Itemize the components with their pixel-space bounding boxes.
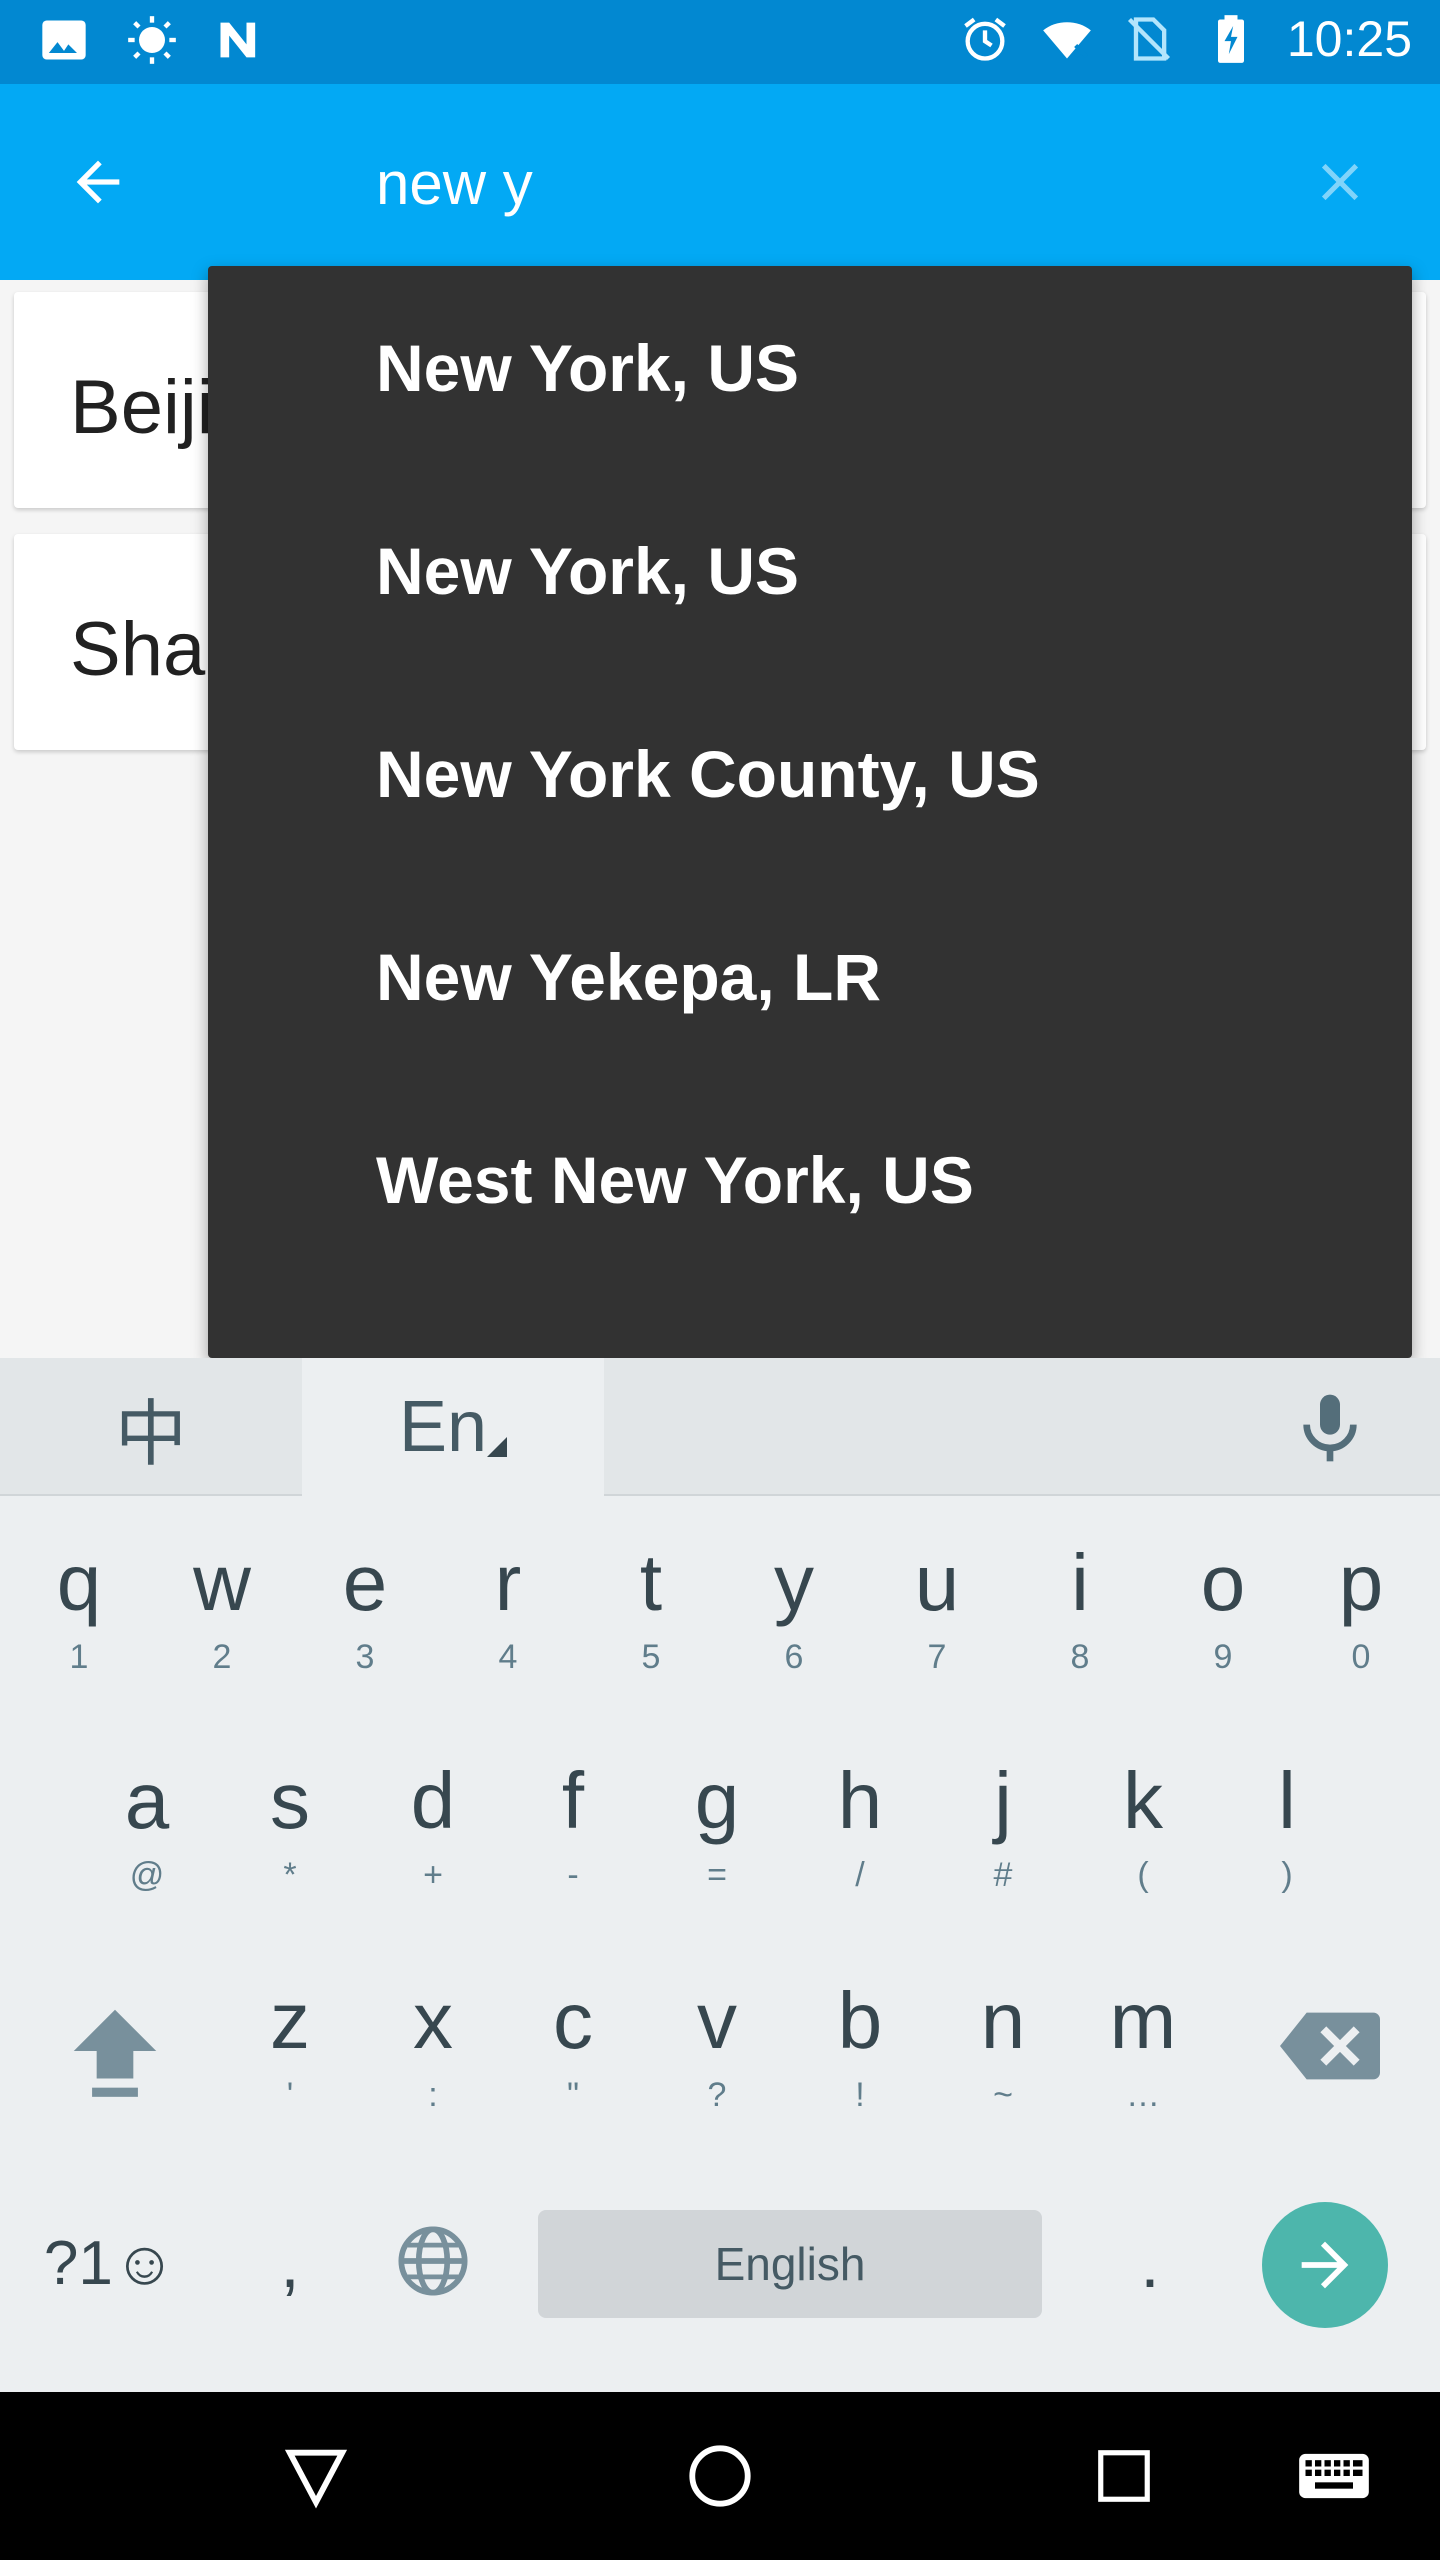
key-c[interactable]: c " [508, 1958, 638, 2148]
search-app-bar [0, 84, 1440, 280]
space-key[interactable]: English [538, 2210, 1042, 2318]
wifi-icon [1043, 22, 1091, 59]
key-f[interactable]: f- [508, 1738, 638, 1928]
key-y[interactable]: y6 [729, 1520, 859, 1710]
n-logo-icon [220, 22, 256, 58]
key-x[interactable]: x: [368, 1958, 498, 2148]
key-s[interactable]: s * [225, 1738, 355, 1928]
clock: 10:25 [1286, 11, 1412, 67]
nav-home-button[interactable] [670, 2426, 770, 2526]
battery-charging-icon [1217, 15, 1244, 63]
suggestion-item[interactable]: New York County, US [208, 672, 1412, 875]
alarm-icon [964, 17, 1006, 61]
key-o[interactable]: o9 [1158, 1520, 1288, 1710]
clear-button[interactable] [1290, 132, 1390, 232]
key-m[interactable]: m… [1078, 1958, 1208, 2148]
brightness-icon [128, 16, 176, 64]
key-q[interactable]: q1 [14, 1520, 144, 1710]
suggestion-item[interactable]: West New York, US [208, 1078, 1412, 1281]
search-input[interactable] [376, 138, 1236, 228]
mic-icon[interactable] [1290, 1388, 1370, 1468]
image-icon [42, 20, 86, 60]
key-g[interactable]: g = [652, 1738, 782, 1928]
symbols-key[interactable]: ?1☺ [40, 2208, 180, 2318]
corner-triangle-icon [487, 1437, 508, 1457]
key-t[interactable]: t5 [586, 1520, 716, 1710]
no-sim-icon [1127, 17, 1170, 61]
navigation-bar [0, 2392, 1440, 2560]
backspace-icon[interactable] [1280, 2006, 1380, 2086]
keyboard-toolbar: 中 En [0, 1358, 1440, 1496]
key-z[interactable]: z ' [225, 1958, 355, 2148]
key-b[interactable]: b! [795, 1958, 925, 2148]
suggestions-dropdown: New York, US New York, US New York Count… [208, 266, 1412, 1358]
suggestion-item[interactable]: New York, US [208, 469, 1412, 672]
city-name: Beiji [70, 365, 214, 450]
nav-recents-button[interactable] [1074, 2426, 1174, 2526]
key-w[interactable]: w2 [157, 1520, 287, 1710]
status-bar: 10:25 [0, 0, 1440, 84]
keyboard-icon [1299, 2453, 1369, 2499]
key-l[interactable]: l) [1222, 1738, 1352, 1928]
language-key[interactable] [388, 2206, 478, 2316]
triangle-back-icon [284, 2449, 348, 2509]
suggestion-item[interactable]: New York, US [208, 266, 1412, 469]
period-key[interactable]: . [1100, 2208, 1200, 2318]
key-i[interactable]: i8 [1015, 1520, 1145, 1710]
close-icon [1321, 163, 1359, 201]
tab-chinese[interactable]: 中 [0, 1358, 302, 1496]
suggestion-item[interactable]: New Yekepa, LR [208, 875, 1412, 1078]
nav-keyboard-button[interactable] [1284, 2426, 1384, 2526]
tab-english[interactable]: En [302, 1358, 604, 1496]
key-r[interactable]: r4 [443, 1520, 573, 1710]
key-h[interactable]: h / [795, 1738, 925, 1928]
key-a[interactable]: a @ [82, 1738, 212, 1928]
key-v[interactable]: v? [652, 1958, 782, 2148]
soft-keyboard: 中 En q1 w2 e3 r4 t5 y6 u7 i8 o9 p0 a @ s *… [0, 1358, 1440, 2392]
key-u[interactable]: u7 [872, 1520, 1002, 1710]
comma-key[interactable]: , [240, 2208, 340, 2318]
back-button[interactable] [48, 132, 148, 232]
key-n[interactable]: n ~ [938, 1958, 1068, 2148]
city-name: Shar [70, 607, 231, 692]
globe-icon [398, 2226, 468, 2296]
arrow-forward-icon [1301, 2241, 1349, 2289]
key-k[interactable]: k( [1078, 1738, 1208, 1928]
square-recents-icon [1098, 2450, 1150, 2502]
nav-back-button[interactable] [266, 2426, 366, 2526]
key-e[interactable]: e3 [300, 1520, 430, 1710]
key-d[interactable]: d + [368, 1738, 498, 1928]
arrow-back-icon [76, 160, 120, 204]
key-j[interactable]: j # [938, 1738, 1068, 1928]
key-p[interactable]: p0 [1296, 1520, 1426, 1710]
enter-button[interactable] [1262, 2202, 1388, 2328]
shift-icon[interactable] [60, 1996, 170, 2106]
circle-home-icon [689, 2445, 751, 2507]
